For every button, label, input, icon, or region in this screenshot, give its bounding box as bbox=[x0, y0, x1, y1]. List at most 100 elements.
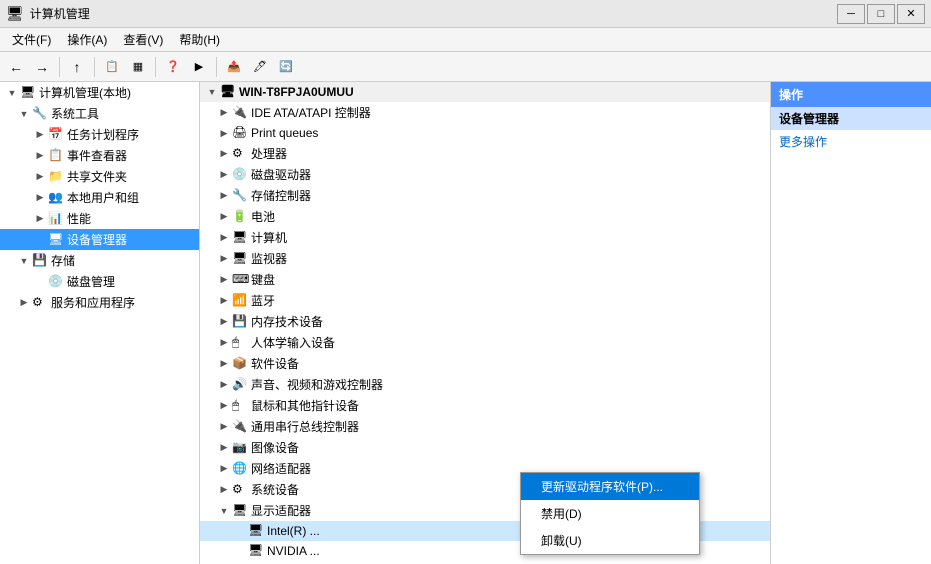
storage-ctrl-toggle[interactable]: ▶ bbox=[216, 188, 232, 204]
context-uninstall[interactable]: 卸载(U) bbox=[521, 527, 699, 554]
monitors-icon: 🖥 bbox=[232, 251, 248, 267]
display-adapters-label: 显示适配器 bbox=[251, 502, 311, 519]
left-task-scheduler[interactable]: ▶ 📅 任务计划程序 bbox=[0, 124, 199, 145]
sound-video-toggle[interactable]: ▶ bbox=[216, 377, 232, 393]
center-root-toggle[interactable]: ▼ bbox=[204, 84, 220, 100]
main-layout: ▼ 🖥 计算机管理(本地) ▼ 🔧 系统工具 ▶ 📅 任务计划程序 ▶ 📋 事件… bbox=[0, 82, 931, 564]
processor-toggle[interactable]: ▶ bbox=[216, 146, 232, 162]
shared-folders-icon: 📁 bbox=[48, 169, 64, 185]
title-bar-left: 🖥 计算机管理 bbox=[6, 5, 90, 22]
computer-toggle[interactable]: ▶ bbox=[216, 230, 232, 246]
center-memory-devices[interactable]: ▶ 💾 内存技术设备 bbox=[200, 311, 770, 332]
left-event-viewer[interactable]: ▶ 📋 事件查看器 bbox=[0, 145, 199, 166]
storage-toggle[interactable]: ▼ bbox=[16, 253, 32, 269]
center-mice[interactable]: ▶ 🖱 鼠标和其他指针设备 bbox=[200, 395, 770, 416]
center-bluetooth[interactable]: ▶ 📶 蓝牙 bbox=[200, 290, 770, 311]
center-battery[interactable]: ▶ 🔋 电池 bbox=[200, 206, 770, 227]
network-adapters-toggle[interactable]: ▶ bbox=[216, 461, 232, 477]
monitors-toggle[interactable]: ▶ bbox=[216, 251, 232, 267]
toolbar-export[interactable]: 📤 bbox=[222, 55, 246, 79]
context-menu: 更新驱动程序软件(P)... 禁用(D) 卸载(U) bbox=[520, 472, 700, 555]
system-tools-toggle[interactable]: ▼ bbox=[16, 106, 32, 122]
event-viewer-icon: 📋 bbox=[48, 148, 64, 164]
software-devices-toggle[interactable]: ▶ bbox=[216, 356, 232, 372]
bluetooth-toggle[interactable]: ▶ bbox=[216, 293, 232, 309]
toolbar-properties[interactable]: 🖊 bbox=[248, 55, 272, 79]
network-adapters-icon: 🌐 bbox=[232, 461, 248, 477]
toolbar-views[interactable]: ▦ bbox=[126, 55, 150, 79]
display-adapters-icon: 🖥 bbox=[232, 503, 248, 519]
toolbar-up[interactable]: ↑ bbox=[65, 55, 89, 79]
com-ports-toggle[interactable]: ▶ bbox=[216, 419, 232, 435]
left-local-users[interactable]: ▶ 👥 本地用户和组 bbox=[0, 187, 199, 208]
ide-ata-toggle[interactable]: ▶ bbox=[216, 105, 232, 121]
center-print-queues[interactable]: ▶ 🖨 Print queues bbox=[200, 123, 770, 143]
menu-help[interactable]: 帮助(H) bbox=[171, 29, 228, 50]
left-disk-management[interactable]: 💿 磁盘管理 bbox=[0, 271, 199, 292]
center-disk-drives[interactable]: ▶ 💿 磁盘驱动器 bbox=[200, 164, 770, 185]
task-scheduler-toggle[interactable]: ▶ bbox=[32, 127, 48, 143]
center-computer[interactable]: ▶ 🖥 计算机 bbox=[200, 227, 770, 248]
event-viewer-toggle[interactable]: ▶ bbox=[32, 148, 48, 164]
local-users-toggle[interactable]: ▶ bbox=[32, 190, 48, 206]
menu-file[interactable]: 文件(F) bbox=[4, 29, 59, 50]
center-root[interactable]: ▼ 🖥 WIN-T8FPJA0UMUU bbox=[200, 82, 770, 102]
maximize-button[interactable]: □ bbox=[867, 4, 895, 24]
battery-icon: 🔋 bbox=[232, 209, 248, 225]
menu-action[interactable]: 操作(A) bbox=[59, 29, 115, 50]
local-users-label: 本地用户和组 bbox=[67, 189, 139, 206]
action-device-manager[interactable]: 设备管理器 bbox=[771, 107, 931, 130]
menu-view[interactable]: 查看(V) bbox=[115, 29, 171, 50]
mice-toggle[interactable]: ▶ bbox=[216, 398, 232, 414]
left-performance[interactable]: ▶ 📊 性能 bbox=[0, 208, 199, 229]
center-software-devices[interactable]: ▶ 📦 软件设备 bbox=[200, 353, 770, 374]
toolbar-show-hide[interactable]: 📋 bbox=[100, 55, 124, 79]
context-disable[interactable]: 禁用(D) bbox=[521, 500, 699, 527]
context-update-driver[interactable]: 更新驱动程序软件(P)... bbox=[521, 473, 699, 500]
left-services[interactable]: ▶ ⚙ 服务和应用程序 bbox=[0, 292, 199, 313]
com-ports-label: 通用串行总线控制器 bbox=[251, 418, 359, 435]
processor-label: 处理器 bbox=[251, 145, 287, 162]
close-button[interactable]: ✕ bbox=[897, 4, 925, 24]
left-root-toggle[interactable]: ▼ bbox=[4, 85, 20, 101]
left-shared-folders[interactable]: ▶ 📁 共享文件夹 bbox=[0, 166, 199, 187]
center-monitors[interactable]: ▶ 🖥 监视器 bbox=[200, 248, 770, 269]
center-keyboard[interactable]: ▶ ⌨ 键盘 bbox=[200, 269, 770, 290]
intel-gpu-label: Intel(R) ... bbox=[267, 524, 320, 538]
toolbar-forward[interactable]: → bbox=[30, 55, 54, 79]
keyboard-toggle[interactable]: ▶ bbox=[216, 272, 232, 288]
system-tools-label: 系统工具 bbox=[51, 105, 99, 122]
system-devices-toggle[interactable]: ▶ bbox=[216, 482, 232, 498]
shared-folders-toggle[interactable]: ▶ bbox=[32, 169, 48, 185]
center-hid-devices[interactable]: ▶ 🖱 人体学输入设备 bbox=[200, 332, 770, 353]
battery-toggle[interactable]: ▶ bbox=[216, 209, 232, 225]
intel-gpu-icon: 🖥 bbox=[248, 523, 264, 539]
services-toggle[interactable]: ▶ bbox=[16, 295, 32, 311]
print-queues-toggle[interactable]: ▶ bbox=[216, 125, 232, 141]
imaging-toggle[interactable]: ▶ bbox=[216, 440, 232, 456]
left-device-manager[interactable]: 🖥 设备管理器 bbox=[0, 229, 199, 250]
toolbar-refresh[interactable]: 🔄 bbox=[274, 55, 298, 79]
disk-drives-toggle[interactable]: ▶ bbox=[216, 167, 232, 183]
center-processor[interactable]: ▶ ⚙ 处理器 bbox=[200, 143, 770, 164]
software-devices-icon: 📦 bbox=[232, 356, 248, 372]
memory-devices-toggle[interactable]: ▶ bbox=[216, 314, 232, 330]
imaging-label: 图像设备 bbox=[251, 439, 299, 456]
action-more[interactable]: 更多操作 bbox=[771, 130, 931, 153]
minimize-button[interactable]: ─ bbox=[837, 4, 865, 24]
toolbar-run[interactable]: ▶ bbox=[187, 55, 211, 79]
toolbar-help[interactable]: ❓ bbox=[161, 55, 185, 79]
hid-devices-toggle[interactable]: ▶ bbox=[216, 335, 232, 351]
left-system-tools[interactable]: ▼ 🔧 系统工具 bbox=[0, 103, 199, 124]
center-ide-ata[interactable]: ▶ 🔌 IDE ATA/ATAPI 控制器 bbox=[200, 102, 770, 123]
center-storage-ctrl[interactable]: ▶ 🔧 存储控制器 bbox=[200, 185, 770, 206]
center-imaging[interactable]: ▶ 📷 图像设备 bbox=[200, 437, 770, 458]
left-root[interactable]: ▼ 🖥 计算机管理(本地) bbox=[0, 82, 199, 103]
left-storage[interactable]: ▼ 💾 存储 bbox=[0, 250, 199, 271]
toolbar-back[interactable]: ← bbox=[4, 55, 28, 79]
performance-toggle[interactable]: ▶ bbox=[32, 211, 48, 227]
center-sound-video[interactable]: ▶ 🔊 声音、视频和游戏控制器 bbox=[200, 374, 770, 395]
center-com-ports[interactable]: ▶ 🔌 通用串行总线控制器 bbox=[200, 416, 770, 437]
app-icon: 🖥 bbox=[6, 5, 24, 22]
display-adapters-toggle[interactable]: ▼ bbox=[216, 503, 232, 519]
